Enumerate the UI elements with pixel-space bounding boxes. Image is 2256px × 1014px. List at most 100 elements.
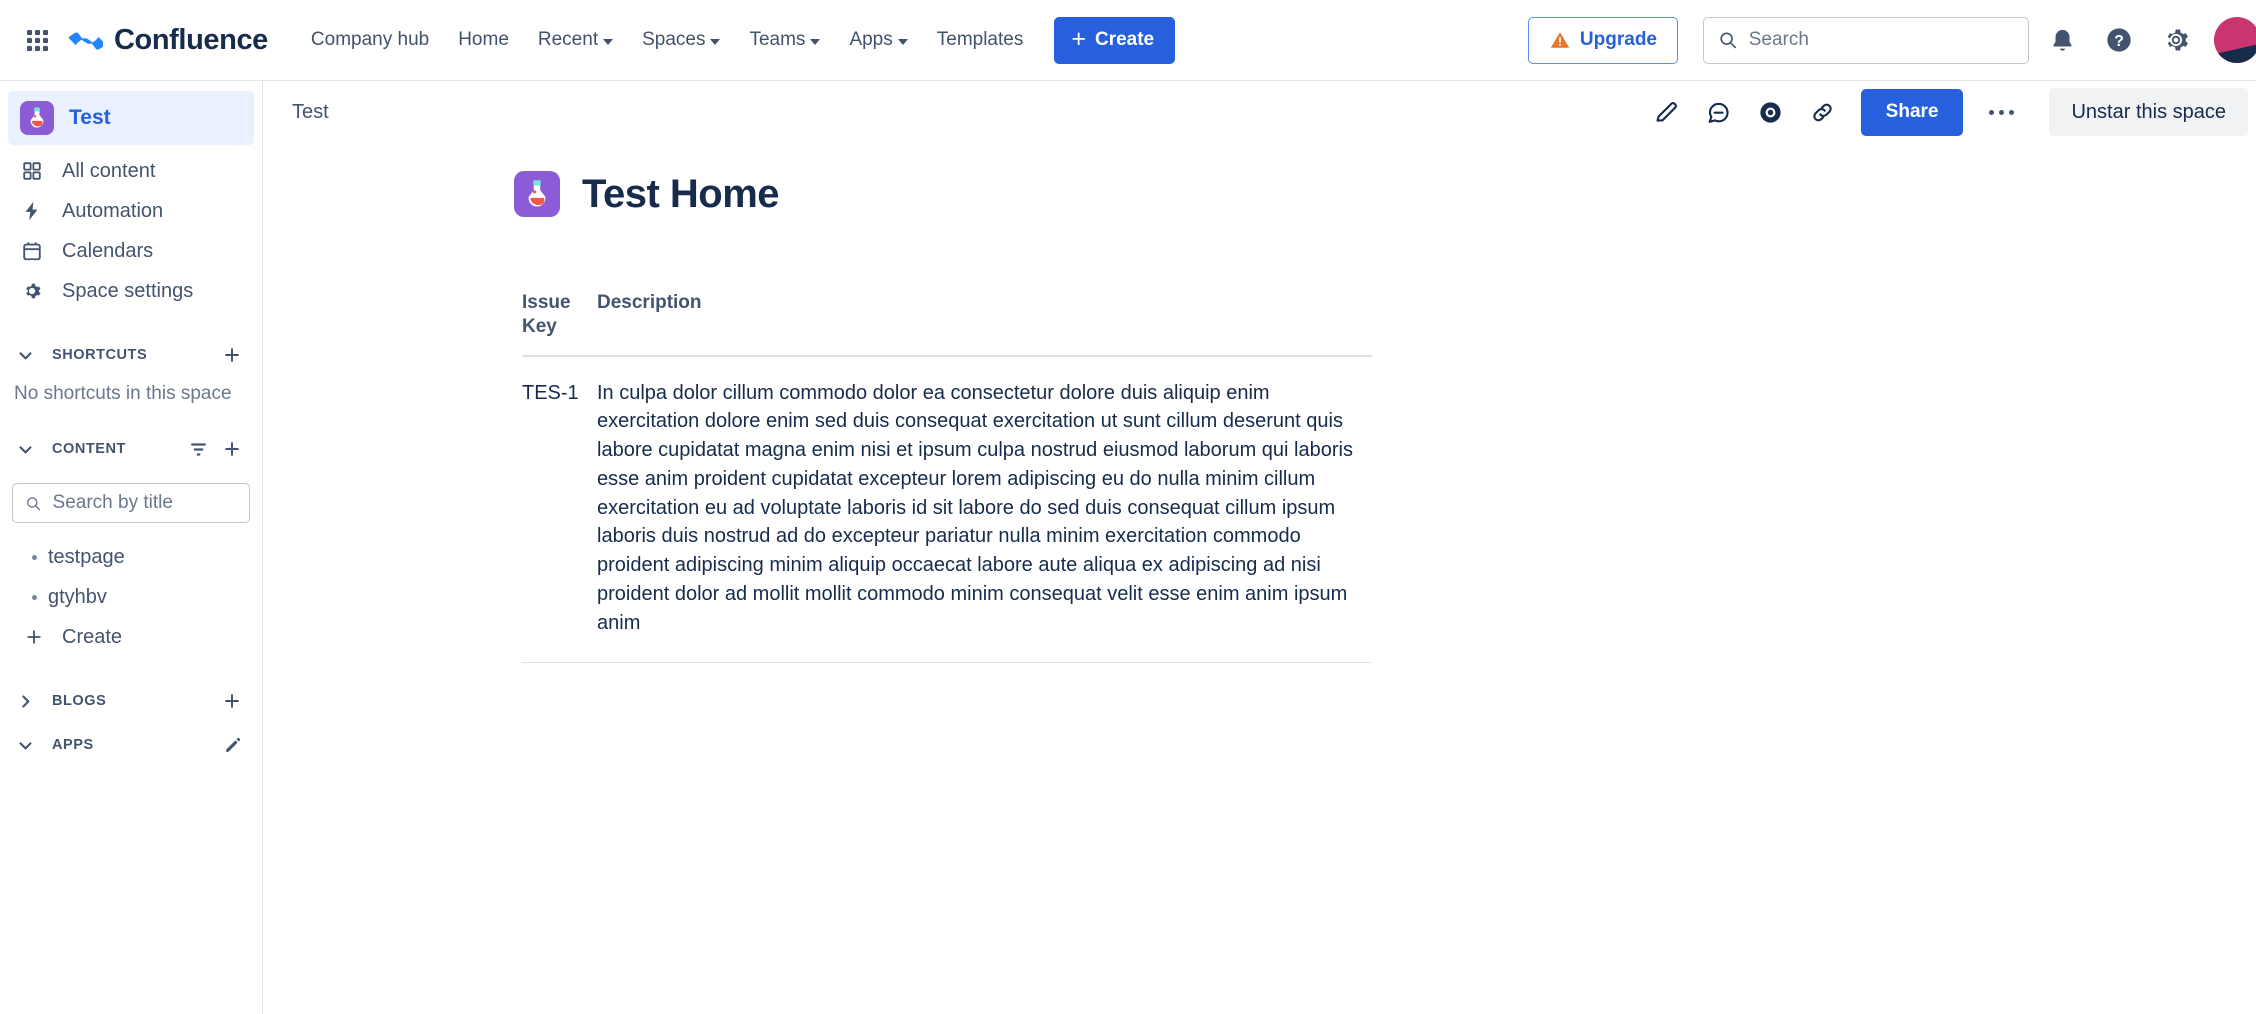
sidebar-item-calendars[interactable]: Calendars bbox=[8, 231, 254, 271]
more-actions-button[interactable] bbox=[1975, 88, 2027, 136]
sidebar-space-header[interactable]: Test bbox=[8, 91, 254, 145]
issue-table-header: Issue Key Description bbox=[522, 291, 1372, 356]
app-switcher-button[interactable] bbox=[14, 17, 60, 63]
sidebar-item-automation[interactable]: Automation bbox=[8, 191, 254, 231]
chevron-down-icon bbox=[17, 347, 34, 364]
sidebar-page-testpage[interactable]: testpage bbox=[8, 537, 254, 577]
chevron-right-icon bbox=[17, 693, 34, 710]
sidebar-section-blogs: BLOGS bbox=[8, 683, 254, 719]
nav-link-home[interactable]: Home bbox=[445, 17, 522, 63]
help-button[interactable]: ? bbox=[2095, 16, 2143, 64]
sidebar-item-space-settings[interactable]: Space settings bbox=[8, 271, 254, 311]
nav-link-recent[interactable]: Recent bbox=[525, 17, 626, 63]
shortcuts-empty-message: No shortcuts in this space bbox=[14, 383, 262, 405]
primary-nav-links: Company hub Home Recent Spaces Teams App… bbox=[298, 17, 1036, 63]
search-input[interactable] bbox=[1749, 29, 2014, 51]
top-nav-right-cluster: Upgrade ? bbox=[1528, 16, 2238, 64]
plus-icon bbox=[20, 627, 48, 647]
warning-triangle-icon bbox=[1549, 29, 1571, 51]
search-icon bbox=[1718, 29, 1738, 51]
chevron-down-icon bbox=[710, 39, 720, 45]
settings-button[interactable] bbox=[2152, 16, 2200, 64]
potion-flask-icon bbox=[20, 101, 54, 135]
sidebar-page-label: testpage bbox=[48, 546, 125, 569]
apps-section-title: APPS bbox=[52, 737, 94, 753]
upgrade-button-label: Upgrade bbox=[1580, 29, 1657, 51]
comment-icon bbox=[1705, 99, 1732, 126]
sidebar-item-label: Space settings bbox=[62, 280, 193, 303]
calendar-icon bbox=[20, 239, 44, 263]
copy-link-button[interactable] bbox=[1799, 88, 1847, 136]
page-action-buttons: Share Unstar this space bbox=[1639, 88, 2256, 136]
create-button[interactable]: + Create bbox=[1054, 17, 1175, 64]
nav-link-label: Home bbox=[458, 29, 509, 51]
plus-icon bbox=[222, 439, 242, 459]
blogs-section-actions bbox=[216, 685, 248, 717]
sidebar-create-label: Create bbox=[62, 626, 122, 649]
plus-icon bbox=[222, 691, 242, 711]
share-button[interactable]: Share bbox=[1861, 89, 1964, 136]
nav-link-teams[interactable]: Teams bbox=[736, 17, 833, 63]
table-header-row: Issue Key Description bbox=[522, 291, 1372, 356]
issue-table: Issue Key Description TES-1 In culpa dol… bbox=[522, 291, 1372, 663]
content-section-title: CONTENT bbox=[52, 441, 126, 457]
shortcuts-section-title: SHORTCUTS bbox=[52, 347, 147, 363]
document-title-row: Test Home bbox=[514, 171, 1614, 217]
nav-link-templates[interactable]: Templates bbox=[924, 17, 1037, 63]
confluence-home-link[interactable]: Confluence bbox=[69, 23, 268, 57]
add-shortcut-button[interactable] bbox=[216, 339, 248, 371]
table-row: TES-1 In culpa dolor cillum commodo dolo… bbox=[522, 356, 1372, 663]
nav-link-apps[interactable]: Apps bbox=[836, 17, 920, 63]
gear-icon bbox=[2162, 26, 2190, 54]
edit-apps-button[interactable] bbox=[216, 729, 248, 761]
sidebar-item-all-content[interactable]: All content bbox=[8, 151, 254, 191]
user-avatar[interactable] bbox=[2214, 17, 2256, 63]
upgrade-button[interactable]: Upgrade bbox=[1528, 17, 1678, 64]
chevron-down-icon bbox=[810, 39, 820, 45]
breadcrumb[interactable]: Test bbox=[292, 101, 329, 124]
nav-link-spaces[interactable]: Spaces bbox=[629, 17, 733, 63]
apps-collapse-toggle[interactable] bbox=[8, 728, 42, 762]
sidebar-page-gtyhbv[interactable]: gtyhbv bbox=[8, 577, 254, 617]
brand-name: Confluence bbox=[114, 24, 268, 57]
potion-flask-icon[interactable] bbox=[514, 171, 560, 217]
eye-icon bbox=[1757, 99, 1784, 126]
add-blog-button[interactable] bbox=[216, 685, 248, 717]
pencil-icon bbox=[223, 736, 242, 755]
nav-link-label: Company hub bbox=[311, 29, 429, 51]
notifications-button[interactable] bbox=[2038, 16, 2086, 64]
filter-content-button[interactable] bbox=[182, 433, 214, 465]
shortcuts-section-actions bbox=[216, 339, 248, 371]
content-search-input[interactable] bbox=[53, 492, 237, 514]
sidebar-create-page-button[interactable]: Create bbox=[8, 617, 254, 657]
bullet-icon bbox=[20, 595, 48, 600]
comment-button[interactable] bbox=[1695, 88, 1743, 136]
nav-link-label: Teams bbox=[749, 29, 805, 51]
nav-link-label: Templates bbox=[937, 29, 1024, 51]
ellipsis-icon bbox=[1989, 110, 1994, 115]
create-button-label: Create bbox=[1095, 29, 1154, 51]
edit-page-button[interactable] bbox=[1643, 88, 1691, 136]
main-content-area: Test bbox=[264, 81, 2256, 1014]
page-content: Test Home Issue Key Description TES-1 In… bbox=[264, 143, 2256, 663]
blogs-section-title: BLOGS bbox=[52, 693, 106, 709]
chevron-down-icon bbox=[898, 39, 908, 45]
share-button-label: Share bbox=[1886, 101, 1939, 122]
space-sidebar: Test All content Automation bbox=[0, 81, 263, 1014]
content-collapse-toggle[interactable] bbox=[8, 432, 42, 466]
shortcuts-collapse-toggle[interactable] bbox=[8, 338, 42, 372]
column-header-description: Description bbox=[597, 291, 1372, 356]
nav-link-label: Recent bbox=[538, 29, 598, 51]
plus-icon bbox=[222, 345, 242, 365]
nav-link-company-hub[interactable]: Company hub bbox=[298, 17, 442, 63]
content-title-search[interactable] bbox=[12, 483, 250, 523]
blogs-collapse-toggle[interactable] bbox=[8, 684, 42, 718]
plus-icon: + bbox=[1071, 27, 1086, 52]
sidebar-page-label: gtyhbv bbox=[48, 586, 107, 609]
apps-section-actions bbox=[216, 729, 248, 761]
watch-button[interactable] bbox=[1747, 88, 1795, 136]
add-content-button[interactable] bbox=[216, 433, 248, 465]
global-search-box[interactable] bbox=[1703, 17, 2029, 64]
nav-link-label: Spaces bbox=[642, 29, 705, 51]
gear-icon bbox=[20, 279, 44, 303]
